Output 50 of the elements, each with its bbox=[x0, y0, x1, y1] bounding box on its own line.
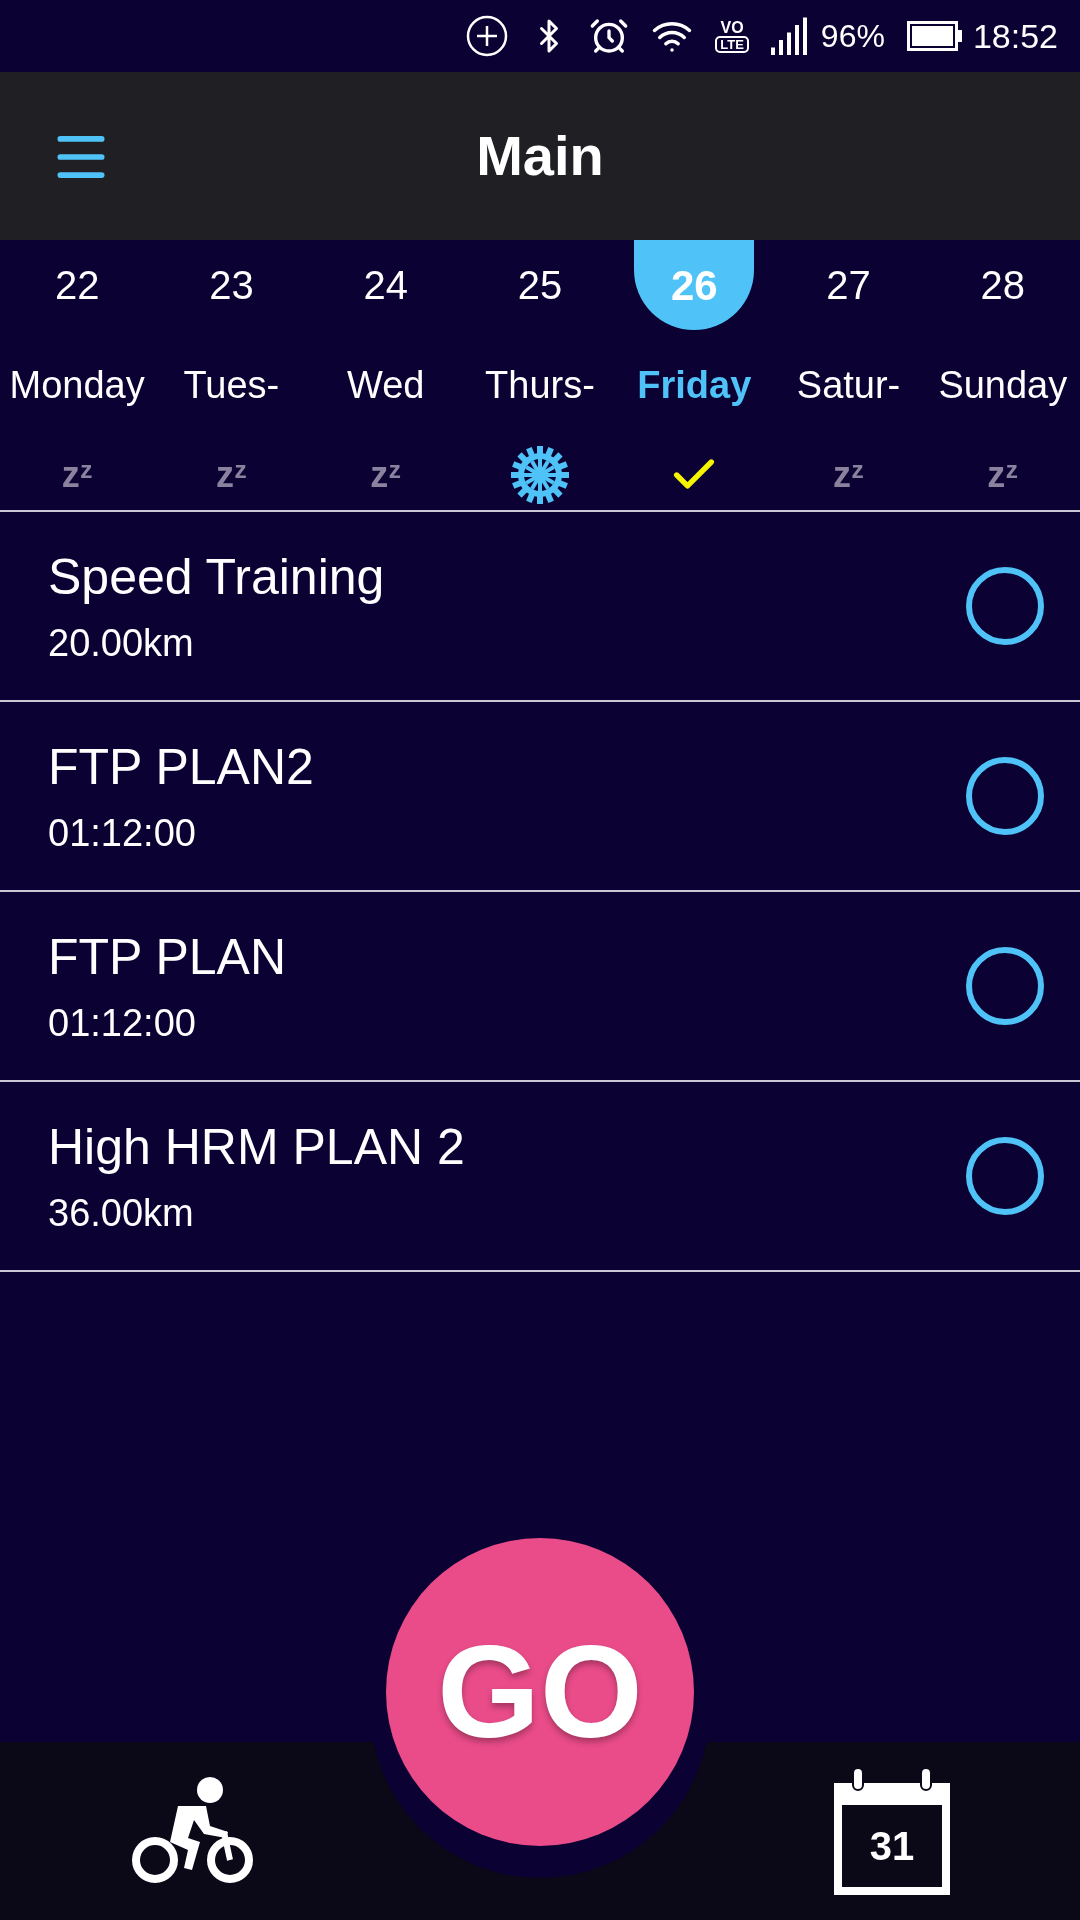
binder-ring bbox=[920, 1767, 932, 1791]
day-tab[interactable]: 23 Tues- zᶻ bbox=[154, 240, 309, 510]
sleep-icon: zᶻ bbox=[987, 457, 1019, 493]
workout-title: Speed Training bbox=[48, 548, 386, 607]
sleep-icon: zᶻ bbox=[61, 457, 93, 493]
day-name: Wed bbox=[346, 362, 425, 408]
workout-row[interactable]: FTP PLAN2 01:12:00 bbox=[0, 702, 1080, 892]
battery-percent: 96% bbox=[820, 17, 885, 56]
workout-title: FTP PLAN bbox=[48, 928, 288, 987]
day-name: Tues- bbox=[183, 362, 280, 408]
workout-detail: 01:12:00 bbox=[48, 1001, 197, 1046]
volte-indicator: VO LTE bbox=[715, 19, 749, 53]
workout-row[interactable]: FTP PLAN 01:12:00 bbox=[0, 892, 1080, 1082]
day-date: 23 bbox=[209, 262, 254, 309]
calendar-day: 31 bbox=[869, 1826, 915, 1866]
day-date: 22 bbox=[54, 262, 100, 309]
day-date: 27 bbox=[826, 262, 871, 309]
day-tab[interactable]: 27 Satur- zᶻ bbox=[771, 240, 926, 510]
workout-title: FTP PLAN2 bbox=[48, 738, 315, 797]
sleep-icon: zᶻ bbox=[215, 457, 247, 493]
cyclist-icon[interactable] bbox=[130, 1776, 256, 1886]
day-tab[interactable]: 26 Friday bbox=[617, 240, 772, 510]
day-tab[interactable]: 28 Sunday zᶻ bbox=[925, 240, 1080, 510]
day-name: Monday bbox=[9, 362, 145, 408]
workout-detail: 36.00km bbox=[48, 1191, 195, 1236]
day-name: Sunday bbox=[938, 362, 1068, 408]
day-tab[interactable]: 22 Monday zᶻ bbox=[0, 240, 155, 510]
header-title: Main bbox=[476, 123, 604, 189]
day-name: Friday bbox=[637, 362, 752, 408]
binder-ring bbox=[852, 1767, 864, 1791]
day-tab[interactable]: 24 Wed zᶻ bbox=[308, 240, 463, 510]
status-time: 18:52 bbox=[972, 15, 1058, 57]
sleep-icon: zᶻ bbox=[370, 457, 402, 493]
day-date: 26 bbox=[670, 260, 718, 311]
day-date: 28 bbox=[980, 262, 1026, 309]
alarm-icon bbox=[589, 16, 630, 56]
workout-row[interactable]: High HRM PLAN 2 36.00km bbox=[0, 1082, 1080, 1272]
sleep-icon: zᶻ bbox=[833, 457, 865, 493]
workout-detail: 20.00km bbox=[48, 621, 195, 666]
day-date: 25 bbox=[517, 262, 563, 309]
add-circle-icon bbox=[465, 14, 510, 58]
workout-row[interactable]: Speed Training 20.00km bbox=[0, 512, 1080, 702]
day-name: Thurs- bbox=[485, 362, 595, 408]
day-date: 24 bbox=[363, 262, 408, 309]
workout-detail: 01:12:00 bbox=[48, 811, 197, 856]
workout-title: High HRM PLAN 2 bbox=[48, 1118, 466, 1177]
gear-icon bbox=[510, 445, 570, 505]
day-name: Satur- bbox=[796, 362, 901, 408]
battery-icon bbox=[906, 21, 963, 51]
day-tab[interactable]: 25 Thurs- bbox=[462, 240, 618, 510]
